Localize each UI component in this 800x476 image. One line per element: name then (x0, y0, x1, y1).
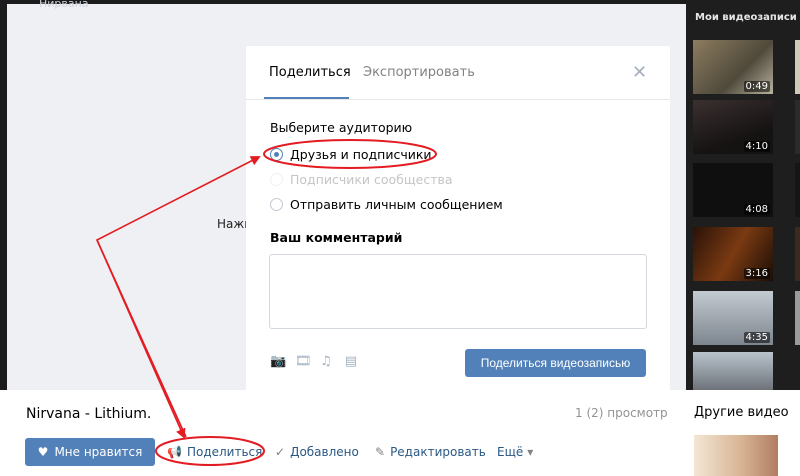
video-title: Nirvana - Lithium. (26, 406, 152, 422)
radio-label-community: Подписчики сообщества (290, 171, 453, 187)
video-thumbnail-peek (795, 40, 800, 94)
video-duration: 4:35 (743, 332, 770, 343)
radio-button[interactable] (270, 197, 283, 211)
megaphone-icon: 📢 (167, 445, 182, 459)
other-videos-section: Другие видео (686, 390, 800, 476)
added-label: Добавлено (290, 445, 359, 459)
like-button[interactable]: ♥ Мне нравится (25, 438, 155, 466)
other-video-thumbnail[interactable] (694, 435, 778, 476)
radio-button-checked[interactable] (270, 147, 283, 161)
video-thumbnail-peek (795, 163, 800, 217)
video-thumbnail-peek (795, 291, 800, 345)
video-thumbnail-6[interactable] (693, 352, 773, 390)
radio-option-community: Подписчики сообщества (270, 171, 453, 187)
player-top-text: Нирвана (39, 0, 89, 10)
video-thumbnail-3[interactable]: 4:08 (693, 163, 773, 217)
other-videos-title: Другие видео (694, 405, 789, 420)
radio-button-disabled (270, 172, 283, 186)
share-dialog: Поделиться Экспортировать ✕ Выберите ауд… (246, 46, 670, 396)
camera-icon[interactable]: 📷 (270, 354, 286, 370)
video-actions: ♥ Мне нравится 📢 Поделиться ✓ Добавлено … (25, 438, 585, 466)
tab-export[interactable]: Экспортировать (363, 65, 475, 80)
video-thumbnail-peek (795, 100, 800, 154)
share-button[interactable]: 📢 Поделиться (167, 438, 267, 466)
audience-label: Выберите аудиторию (270, 120, 413, 135)
heart-icon: ♥ (37, 445, 49, 459)
music-note-icon[interactable]: ♫ (318, 354, 334, 370)
document-icon[interactable]: ▤ (343, 354, 359, 370)
edit-label: Редактировать (390, 445, 486, 459)
comment-label: Ваш комментарий (270, 230, 403, 245)
video-duration: 4:08 (743, 204, 770, 215)
view-count: 1 (2) просмотр (575, 406, 668, 420)
more-button[interactable]: Ещё ▾ (497, 438, 557, 466)
share-video-button[interactable]: Поделиться видеозаписью (465, 349, 646, 377)
active-tab-indicator (264, 97, 349, 99)
sidebar-title: Мои видеозаписи (695, 12, 797, 23)
more-label: Ещё (497, 445, 524, 459)
radio-option-message[interactable]: Отправить личным сообщением (270, 196, 503, 212)
pencil-icon: ✎ (375, 445, 386, 459)
video-thumbnail-2[interactable]: 4:10 (693, 100, 773, 154)
chevron-down-icon: ▾ (527, 445, 534, 459)
film-icon[interactable]: 🎞 (295, 354, 312, 370)
tab-share[interactable]: Поделиться (269, 65, 351, 80)
close-icon[interactable]: ✕ (632, 64, 647, 82)
video-thumbnail-5[interactable]: 4:35 (693, 291, 773, 345)
video-duration: 3:16 (743, 268, 770, 279)
radio-option-friends[interactable]: Друзья и подписчики (270, 146, 432, 162)
radio-label-friends: Друзья и подписчики (290, 146, 432, 162)
added-button[interactable]: ✓ Добавлено (275, 438, 375, 466)
video-duration: 4:10 (743, 141, 770, 152)
comment-field[interactable] (269, 254, 647, 329)
video-duration: 0:49 (743, 81, 770, 92)
dialog-tabs: Поделиться Экспортировать ✕ (246, 46, 670, 100)
video-thumbnail-peek (795, 227, 800, 281)
video-thumbnail-4[interactable]: 3:16 (693, 227, 773, 281)
like-label: Мне нравится (54, 445, 143, 459)
share-label: Поделиться (186, 445, 263, 459)
video-thumbnail-1[interactable]: 0:49 (693, 40, 773, 94)
edit-button[interactable]: ✎ Редактировать (375, 438, 505, 466)
radio-label-message: Отправить личным сообщением (290, 196, 503, 212)
checkmark-icon: ✓ (275, 445, 286, 459)
